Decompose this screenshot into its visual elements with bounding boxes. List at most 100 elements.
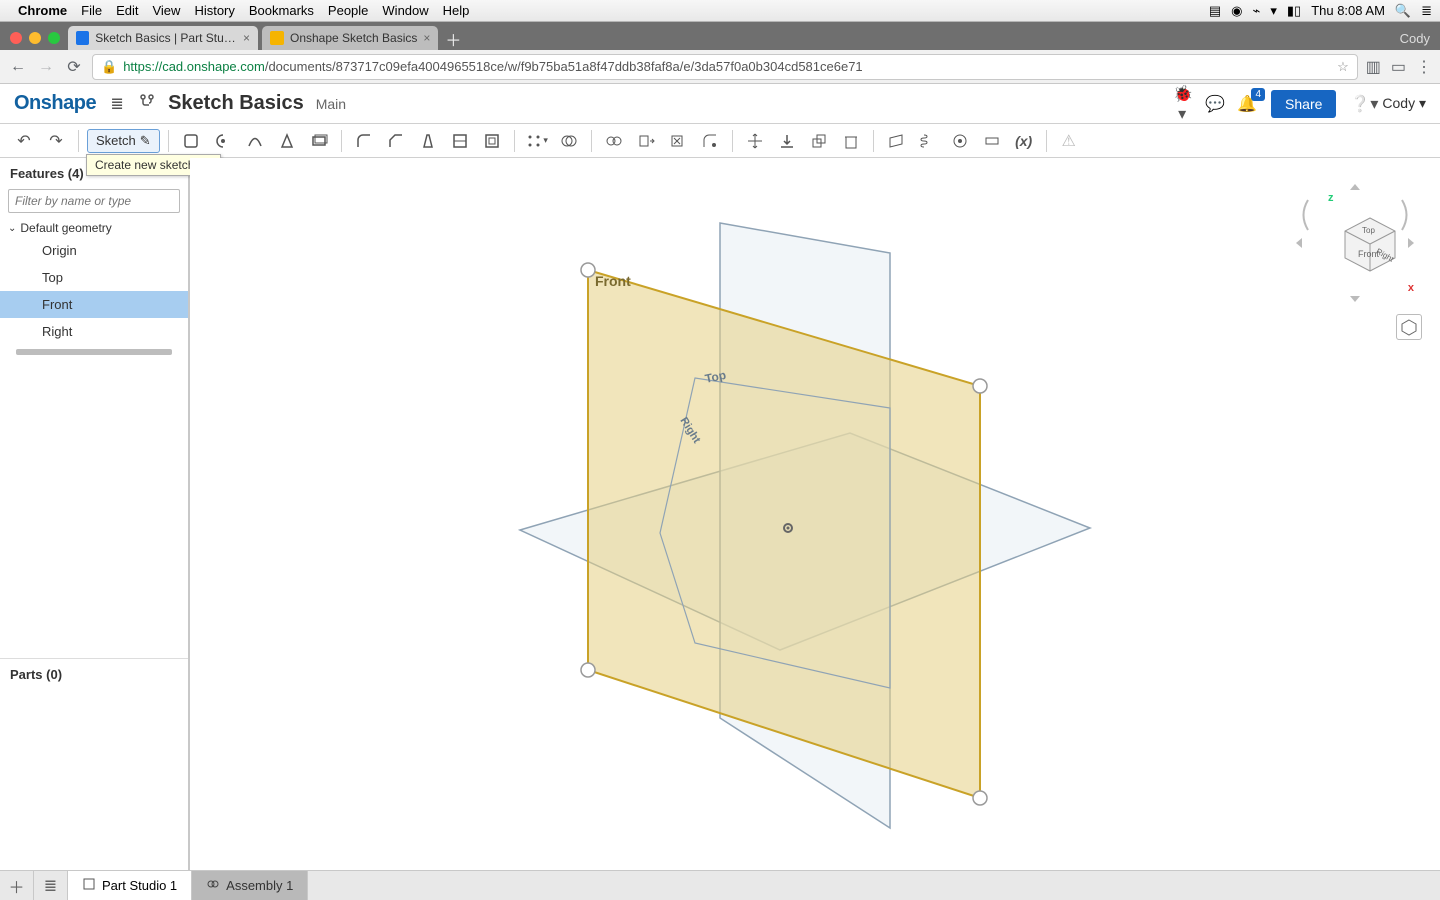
notification-count-badge: 4 [1251,88,1265,101]
thicken-icon[interactable] [305,127,333,155]
browser-tab-1[interactable]: Sketch Basics | Part Studi… × [68,26,258,50]
derived-icon[interactable] [805,127,833,155]
browser-tab-title: Sketch Basics | Part Studi… [95,31,237,45]
window-minimize-button[interactable] [29,32,41,44]
user-menu[interactable]: Cody ▾ [1382,95,1426,112]
tab-list-button[interactable]: ≣ [34,871,68,900]
share-button[interactable]: Share [1271,90,1336,118]
split-icon[interactable] [600,127,628,155]
bookmark-star-icon[interactable]: ☆ [1337,59,1349,75]
new-tab-button[interactable]: ＋ [442,28,464,50]
pattern-icon[interactable]: ▾ [523,127,551,155]
onshape-logo[interactable]: Onshape [14,92,96,115]
tab-close-icon[interactable]: × [423,31,430,45]
tab-close-icon[interactable]: × [243,31,250,45]
address-bar[interactable]: 🔒 https://cad.onshape.com/documents/8737… [92,54,1358,80]
helix-icon[interactable] [914,127,942,155]
tab-part-studio-1[interactable]: Part Studio 1 [68,871,192,900]
redo-button[interactable]: ↷ [42,127,70,155]
front-plane[interactable] [588,270,980,798]
mac-app-name[interactable]: Chrome [18,3,67,18]
sketch-button[interactable]: Sketch ✎ [87,129,160,153]
sweep-icon[interactable] [241,127,269,155]
plane-handle[interactable] [973,791,987,805]
feature-item-origin[interactable]: Origin [0,237,188,264]
import-icon[interactable] [773,127,801,155]
transform-icon[interactable] [741,127,769,155]
mate-connector-icon[interactable] [946,127,974,155]
window-close-button[interactable] [10,32,22,44]
draft-icon[interactable] [414,127,442,155]
tab-label: Assembly 1 [226,878,293,893]
move-face-icon[interactable] [632,127,660,155]
rollback-bar[interactable] [16,349,172,355]
plane-icon[interactable] [882,127,910,155]
window-zoom-button[interactable] [48,32,60,44]
isometric-view-button[interactable] [1396,314,1422,340]
mac-menu-edit[interactable]: Edit [116,3,138,18]
default-geometry-group[interactable]: ⌄ Default geometry [0,219,188,237]
chrome-menu-icon[interactable]: ⋮ [1416,57,1432,77]
help-icon[interactable]: ❔▾ [1350,94,1368,114]
browser-tab-2[interactable]: Onshape Sketch Basics × [262,26,438,50]
bug-icon[interactable]: 🐞▾ [1173,84,1191,124]
forward-button[interactable]: → [36,57,56,77]
mac-menu-history[interactable]: History [194,3,234,18]
extrude-icon[interactable] [177,127,205,155]
add-tab-button[interactable]: ＋ [0,871,34,900]
warning-icon[interactable]: ⚠ [1055,127,1083,155]
branch-name[interactable]: Main [316,96,346,112]
boolean-icon[interactable] [555,127,583,155]
mac-menu-window[interactable]: Window [382,3,428,18]
shell-icon[interactable] [478,127,506,155]
wifi-icon[interactable]: ▾ [1270,3,1277,19]
menu-icon[interactable]: ≣ [108,94,126,114]
feature-item-right[interactable]: Right [0,318,188,345]
feature-item-front[interactable]: Front [0,291,188,318]
variable-icon[interactable]: (x) [1010,127,1038,155]
rib-icon[interactable] [446,127,474,155]
mac-menu-people[interactable]: People [328,3,368,18]
cast-icon[interactable]: ▭ [1391,57,1406,77]
sheet-metal-icon[interactable] [978,127,1006,155]
feature-filter-input[interactable] [8,189,180,213]
bluetooth-icon[interactable]: ⌁ [1253,3,1261,19]
mac-menu-file[interactable]: File [81,3,102,18]
tab-assembly-1[interactable]: Assembly 1 [192,871,308,900]
delete-face-icon[interactable] [664,127,692,155]
browser-profile-label[interactable]: Cody [1400,31,1440,50]
reload-button[interactable]: ⟳ [64,57,84,77]
part-studio-icon [82,877,96,894]
notification-center-icon[interactable]: ≣ [1421,3,1432,19]
mac-menu-help[interactable]: Help [443,3,470,18]
view-cube[interactable]: z x Front Right Top [1290,178,1420,308]
branch-icon[interactable] [138,93,156,114]
loft-icon[interactable] [273,127,301,155]
back-button[interactable]: ← [8,57,28,77]
mac-menu-view[interactable]: View [152,3,180,18]
feature-item-top[interactable]: Top [0,264,188,291]
document-title[interactable]: Sketch Basics [168,92,304,115]
plane-handle[interactable] [973,379,987,393]
document-tab-bar: ＋ ≣ Part Studio 1 Assembly 1 [0,870,1440,900]
model-viewport[interactable]: Front Top Right z x Front Right Top [190,158,1440,870]
mac-menu-bookmarks[interactable]: Bookmarks [249,3,314,18]
sync-icon[interactable]: ◉ [1231,3,1242,19]
notifications-button[interactable]: 🔔4 [1237,94,1257,114]
spotlight-icon[interactable]: 🔍 [1395,3,1411,19]
tab-label: Part Studio 1 [102,878,177,893]
revolve-icon[interactable] [209,127,237,155]
delete-part-icon[interactable] [837,127,865,155]
extension-icon[interactable]: ▥ [1366,57,1381,77]
modify-fillet-icon[interactable] [696,127,724,155]
battery-icon[interactable]: ▮▯ [1287,3,1301,19]
dock-icon[interactable]: ▤ [1209,3,1221,19]
user-name-label: Cody [1382,95,1415,111]
chamfer-icon[interactable] [382,127,410,155]
plane-handle[interactable] [581,663,595,677]
undo-button[interactable]: ↶ [10,127,38,155]
plane-handle[interactable] [581,263,595,277]
comment-icon[interactable]: 💬 [1205,94,1223,114]
fillet-icon[interactable] [350,127,378,155]
mac-clock[interactable]: Thu 8:08 AM [1311,3,1385,18]
